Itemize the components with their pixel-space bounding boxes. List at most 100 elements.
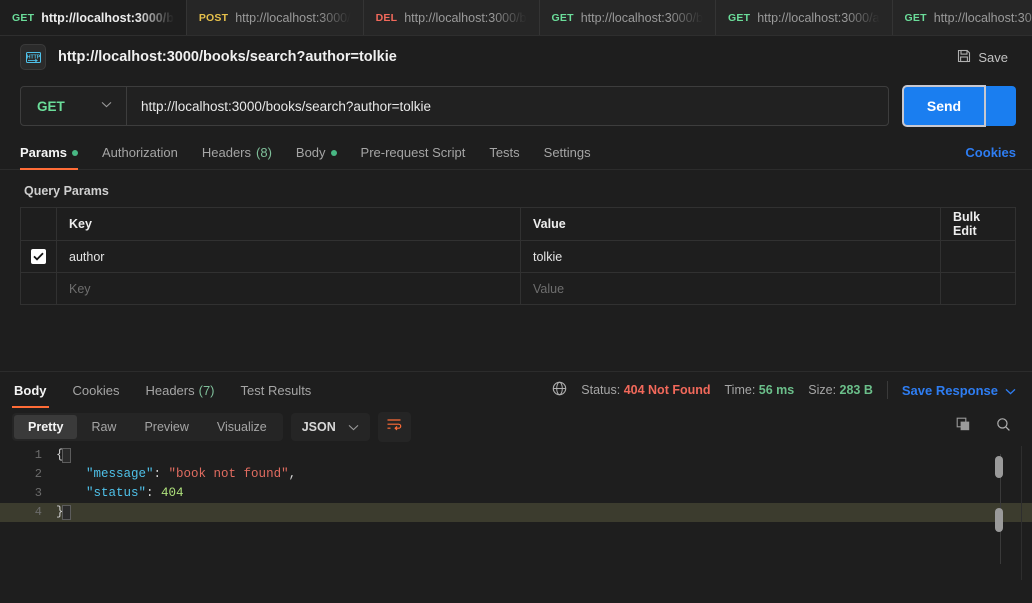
param-value-input[interactable]: tolkie (521, 241, 941, 272)
param-value-input[interactable]: Value (521, 273, 941, 304)
line-number: 4 (34, 505, 42, 519)
http-method-select[interactable]: GET (21, 87, 127, 125)
request-tab[interactable]: GET http://localhost:3000/b (540, 0, 717, 35)
size-label: Size: (808, 383, 837, 397)
time-value: 56 ms (758, 383, 795, 397)
request-tab[interactable]: DEL http://localhost:3000/b (364, 0, 540, 35)
param-key-input[interactable]: Key (57, 273, 521, 304)
response-tab-body[interactable]: Body (12, 372, 49, 408)
request-tab[interactable]: GET http://localhost:3000/b (0, 0, 187, 35)
code-line: 1{ (0, 446, 1032, 465)
request-tab-authorization[interactable]: Authorization (102, 136, 178, 170)
response-tab-label: Body (14, 382, 47, 398)
url-input[interactable]: http://localhost:3000/books/search?autho… (127, 87, 888, 125)
response-tab-headers[interactable]: Headers (7) (143, 372, 216, 408)
wrap-lines-icon (386, 418, 402, 436)
response-scrollbar-thumb[interactable] (995, 456, 1003, 478)
line-number: 3 (34, 486, 42, 500)
request-tab-label: Pre-request Script (360, 145, 466, 160)
code-line: 4} (0, 503, 1032, 522)
time-label: Time: (724, 383, 756, 397)
size-value: 283 B (839, 383, 873, 397)
request-tab-url: http://localhost:3000/b (580, 10, 704, 25)
response-format-bar: Pretty Raw Preview Visualize JSON (0, 408, 1032, 446)
cookies-link[interactable]: Cookies (965, 145, 1016, 160)
response-body-code[interactable]: 1{2 "message": "book not found", 3 "statu… (0, 446, 1032, 581)
meta-divider (886, 381, 888, 399)
globe-icon (552, 381, 567, 399)
param-key-input[interactable]: author (57, 241, 521, 272)
url-row: GET http://localhost:3000/books/search?a… (0, 78, 1032, 136)
request-tab-strip: GET http://localhost:3000/b POST http://loc… (0, 0, 1032, 36)
status-value: 404 Not Found (623, 383, 711, 397)
request-tab-headers[interactable]: Headers (8) (202, 136, 272, 170)
line-number: 2 (34, 467, 42, 481)
request-tab-label: Headers (201, 145, 252, 160)
code-line: 2 "message": "book not found", (0, 465, 1032, 484)
bulk-edit-button[interactable]: Bulk Edit (941, 208, 1015, 240)
response-tab-test-results[interactable]: Test Results (239, 372, 314, 408)
code-line: 3 "status": 404 (0, 484, 1032, 503)
row-checkbox-cell (21, 241, 57, 272)
request-tab-settings[interactable]: Settings (544, 136, 591, 170)
request-tab-method: GET (728, 11, 751, 24)
code-fold-marker[interactable] (62, 448, 71, 463)
request-tab-url: http://localhost:3000/a (933, 10, 1032, 25)
response-meta: Status: 404 Not Found Time: 56 ms Size: … (552, 381, 1016, 399)
row-actions-cell (941, 241, 1015, 272)
row-actions-cell (941, 273, 1015, 304)
header-key: Key (57, 208, 521, 240)
request-tab-method: GET (12, 11, 35, 24)
save-request-label: Save (978, 49, 1008, 65)
search-button[interactable] (990, 414, 1016, 440)
chevron-down-icon (101, 101, 112, 111)
format-tab-pretty[interactable]: Pretty (14, 415, 78, 439)
param-enabled-checkbox[interactable] (31, 249, 46, 264)
request-tab[interactable]: GET http://localhost:3000/a (893, 0, 1032, 35)
header-checkbox-cell (21, 208, 57, 240)
request-tab-url: http://localhost:3000/a (757, 10, 880, 25)
save-response-label: Save Response (901, 382, 998, 398)
request-name-bar: HTTP http://localhost:3000/books/search?… (0, 36, 1032, 78)
copy-button[interactable] (950, 414, 976, 440)
send-options-button[interactable] (982, 86, 1016, 126)
request-tab-label: Tests (489, 145, 520, 160)
save-response-button[interactable]: Save Response (902, 383, 1016, 398)
response-tab-count: (7) (198, 382, 215, 398)
response-tab-label: Cookies (72, 382, 120, 398)
code-line-text: "message": "book not found", (86, 467, 297, 481)
response-language-select[interactable]: JSON (290, 413, 370, 441)
query-params-table: Key Value Bulk Edit author tolkie Key Value (20, 207, 1016, 305)
request-tab-body[interactable]: Body (296, 136, 337, 170)
format-tab-raw[interactable]: Raw (77, 415, 130, 439)
request-tab-label: Settings (543, 145, 591, 160)
request-tab-url: http://localhost:3000/ (235, 10, 351, 25)
save-request-button[interactable]: Save (949, 45, 1016, 70)
request-tab-pre-request-script[interactable]: Pre-request Script (361, 136, 466, 170)
chevron-down-icon (348, 420, 359, 434)
code-fold-marker[interactable] (62, 505, 71, 520)
wrap-lines-button[interactable] (377, 412, 411, 442)
response-tab-label: Headers (145, 382, 195, 398)
request-tab[interactable]: GET http://localhost:3000/a (716, 0, 893, 35)
request-tab-method: GET (904, 11, 927, 24)
request-tab-params[interactable]: Params (20, 136, 78, 170)
response-tab-label: Test Results (240, 382, 312, 398)
search-icon (996, 417, 1011, 437)
format-tab-visualize[interactable]: Visualize (203, 415, 281, 439)
response-pane: Body Cookies Headers (7) Test Results Status… (0, 371, 1032, 581)
status-label: Status: (581, 383, 621, 397)
response-tab-cookies[interactable]: Cookies (71, 372, 122, 408)
request-tab-tests[interactable]: Tests (489, 136, 519, 170)
send-button[interactable]: Send (902, 85, 986, 127)
row-checkbox-cell (21, 273, 57, 304)
copy-icon (956, 417, 971, 437)
send-button-group: Send (902, 85, 1016, 127)
response-scrollbar-thumb-secondary[interactable] (995, 508, 1003, 532)
request-tab[interactable]: POST http://localhost:3000/ (187, 0, 364, 35)
request-tab-label: Body (295, 145, 326, 160)
request-tab-url: http://localhost:3000/b (404, 10, 527, 25)
modified-indicator-dot (71, 149, 78, 156)
table-row: Key Value (21, 273, 1015, 305)
format-tab-preview[interactable]: Preview (130, 415, 202, 439)
